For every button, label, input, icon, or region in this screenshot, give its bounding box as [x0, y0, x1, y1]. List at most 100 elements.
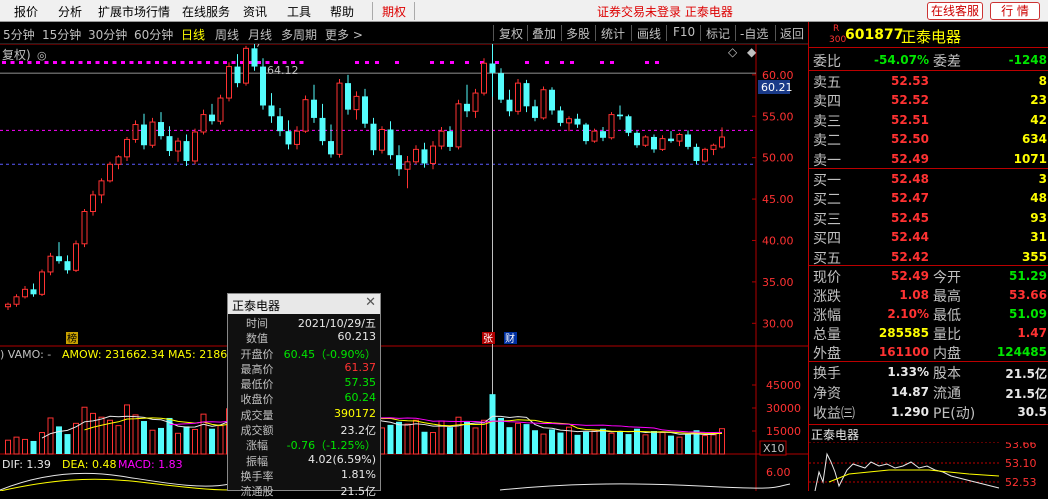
- candle-info-popup[interactable]: 正泰电器 ✕ 时间 2021/10/29/五 数值 60.213 开盘价 60.45（-0…: [227, 293, 381, 498]
- period-15min[interactable]: 15分钟: [42, 26, 81, 43]
- volume-bar-down: [421, 431, 428, 454]
- macd-dif-line-right: [499, 483, 791, 491]
- tool-back[interactable]: 返回: [780, 25, 804, 42]
- stat-label: 内盘: [933, 346, 961, 362]
- level-volume: 31: [1030, 230, 1047, 245]
- stat-label: 涨跌: [813, 289, 841, 305]
- candle-body-up: [336, 82, 343, 155]
- quote-button[interactable]: 行 情: [990, 2, 1040, 20]
- event-dot: [355, 61, 359, 64]
- event-dot: [440, 61, 444, 64]
- menu-news[interactable]: 资讯: [243, 3, 267, 20]
- period-5min[interactable]: 5分钟: [3, 26, 35, 43]
- close-icon[interactable]: ✕: [365, 295, 376, 310]
- stat-value: 30.5: [1017, 405, 1047, 419]
- menu-analysis[interactable]: 分析: [58, 3, 82, 20]
- tool-draw-line[interactable]: 画线: [637, 25, 661, 42]
- tool-multi-stock[interactable]: 多股: [566, 25, 590, 42]
- candle-body-down: [166, 136, 173, 152]
- tool-mark[interactable]: 标记: [706, 25, 730, 42]
- period-30min[interactable]: 30分钟: [88, 26, 127, 43]
- popup-row: 成交额 23.2亿: [228, 421, 380, 437]
- menu-extended-market[interactable]: 扩展市场行情: [98, 3, 170, 20]
- menu-tools[interactable]: 工具: [287, 3, 311, 20]
- event-dot: [257, 61, 261, 64]
- popup-row: 涨幅 -0.76（-1.25%）: [228, 436, 380, 452]
- volume-bar-up: [430, 432, 436, 455]
- current-price-value: 60.21: [761, 81, 793, 94]
- candlestick-series: [5, 44, 725, 311]
- candle-body-up: [73, 243, 79, 271]
- candle-body-up: [107, 163, 113, 182]
- event-dot: [78, 61, 83, 64]
- volume-bar-up: [200, 413, 207, 455]
- stat-label: 流通: [933, 386, 961, 402]
- event-dot: [231, 61, 236, 64]
- period-multi[interactable]: 多周期: [281, 26, 317, 43]
- popup-titlebar[interactable]: 正泰电器 ✕: [228, 294, 380, 314]
- tool-fq[interactable]: 复权: [499, 25, 523, 42]
- level-label: 卖五: [813, 75, 841, 91]
- popup-row-value: 390172: [334, 406, 376, 420]
- level-volume: 8: [1038, 74, 1047, 88]
- candle-body-up: [702, 148, 708, 162]
- period-monthly[interactable]: 月线: [248, 26, 272, 43]
- tool-overlay[interactable]: 叠加: [532, 25, 556, 42]
- menu-futures[interactable]: 期权: [382, 3, 406, 20]
- event-dot: [395, 61, 399, 64]
- candle-body-up: [81, 210, 88, 245]
- stat-value: 53.66: [1009, 288, 1047, 302]
- menu-online-service[interactable]: 在线服务: [182, 3, 230, 20]
- event-dot: [450, 61, 454, 64]
- level-price: 52.52: [891, 93, 929, 108]
- volume-indicator-name: ) VAMO: -: [0, 348, 51, 361]
- stat-label: 现价: [813, 270, 841, 286]
- volume-bar-down: [634, 428, 640, 454]
- tool-remove-watchlist[interactable]: -自选: [740, 25, 768, 42]
- event-dot: [206, 61, 210, 64]
- quote-panel: R 300 601877 正泰电器 委比 -54.07% 委差 -1248 卖五…: [808, 22, 1048, 491]
- volume-bar-up: [676, 436, 683, 455]
- event-dot: [189, 61, 193, 64]
- candle-body-down: [489, 63, 496, 73]
- candle-body-up: [404, 161, 411, 170]
- volume-bar-up: [98, 416, 105, 455]
- candle-body-down: [209, 114, 215, 122]
- popup-row-value: 1.81%: [341, 467, 376, 481]
- period-daily[interactable]: 日线: [181, 26, 205, 43]
- menu-help[interactable]: 帮助: [330, 3, 354, 20]
- period-weekly[interactable]: 周线: [215, 26, 239, 43]
- settings-icon[interactable]: ◎: [37, 49, 47, 62]
- period-60min[interactable]: 60分钟: [134, 26, 173, 43]
- candle-body-up: [642, 136, 649, 146]
- mini-intraday-chart[interactable]: 53.66 53.10 52.53: [809, 442, 1048, 491]
- stat-label: 涨幅: [813, 308, 841, 324]
- menu-quote[interactable]: 报价: [14, 3, 38, 20]
- diamond-icon[interactable]: ◆: [747, 45, 757, 59]
- mini-tick-low: 52.53: [1005, 476, 1037, 489]
- candle-body-down: [421, 149, 428, 164]
- event-dot: [95, 61, 100, 64]
- level-price: 52.53: [891, 74, 929, 88]
- kline-chart[interactable]: 60.00 55.00 50.00 45.00 40.00 35.00 30.00 45000…: [0, 44, 808, 491]
- price-tick-label: 45.00: [762, 193, 794, 206]
- toolbar-separator: [775, 25, 776, 41]
- volume-bar-down: [574, 434, 581, 454]
- period-more[interactable]: 更多 >: [325, 26, 363, 43]
- stock-code: 601877: [845, 27, 904, 43]
- volume-bar-down: [141, 421, 147, 454]
- mini-tick-high: 53.66: [1005, 442, 1037, 451]
- volume-tick-label: 45000: [766, 379, 801, 392]
- stat-row: 收益㈢ 1.290 PE(动) 30.5: [809, 402, 1048, 424]
- volume-bar-up: [107, 419, 113, 455]
- diamond-icon[interactable]: ◇: [728, 45, 738, 59]
- candle-body-up: [192, 131, 198, 162]
- online-service-button[interactable]: 在线客服: [927, 2, 983, 20]
- tool-statistics[interactable]: 统计: [601, 25, 625, 42]
- volume-bar-up: [404, 423, 411, 455]
- macd-value: MACD: 1.83: [118, 458, 183, 471]
- menu-separator: [372, 2, 373, 20]
- volume-bar-down: [668, 435, 674, 454]
- tool-f10[interactable]: F10: [673, 25, 695, 39]
- moving-averages: [42, 73, 722, 292]
